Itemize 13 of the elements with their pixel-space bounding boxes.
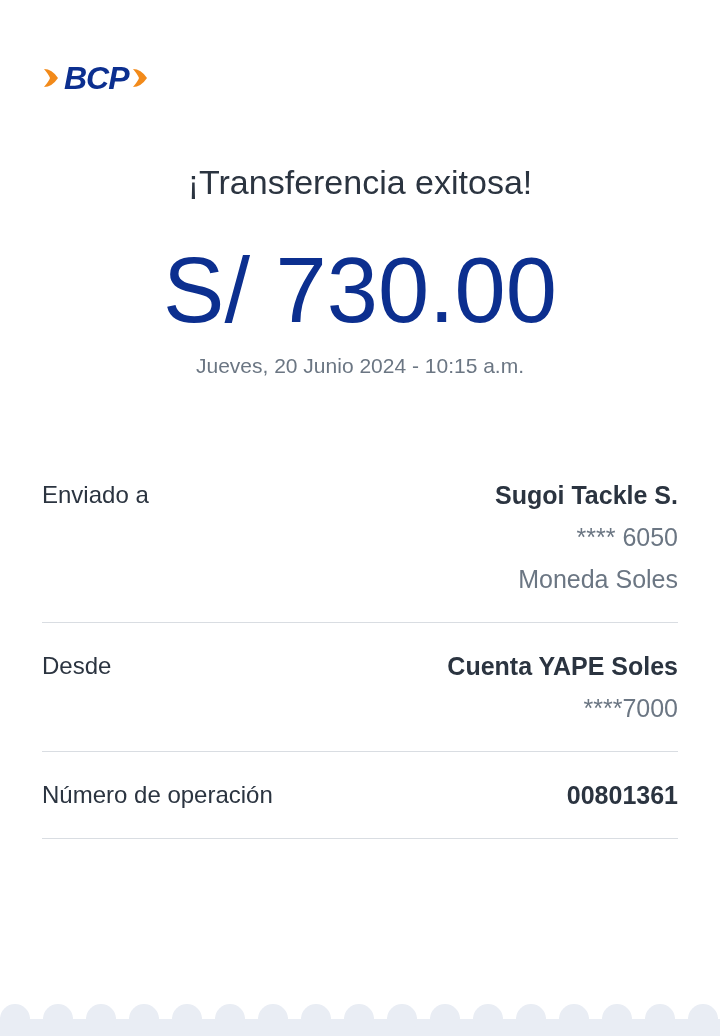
detail-value: Cuenta YAPE Soles xyxy=(447,651,678,682)
detail-value: Moneda Soles xyxy=(518,564,678,595)
detail-label: Número de operación xyxy=(42,780,273,810)
detail-value: **** 6050 xyxy=(576,522,678,553)
detail-value: 00801361 xyxy=(566,780,678,811)
title: ¡Transferencia exitosa! xyxy=(187,162,533,202)
detail-label: Enviado a xyxy=(42,480,149,510)
detail-value: Sugoi Tackle S. xyxy=(495,480,678,511)
logo-text: BCP xyxy=(64,62,129,94)
detail-value: ****7000 xyxy=(583,693,678,724)
detail-label: Desde xyxy=(42,651,112,681)
date-time: Jueves, 20 Junio 2024 - 10:15 a.m. xyxy=(195,353,524,379)
amount: S/ 730.00 xyxy=(163,240,557,340)
